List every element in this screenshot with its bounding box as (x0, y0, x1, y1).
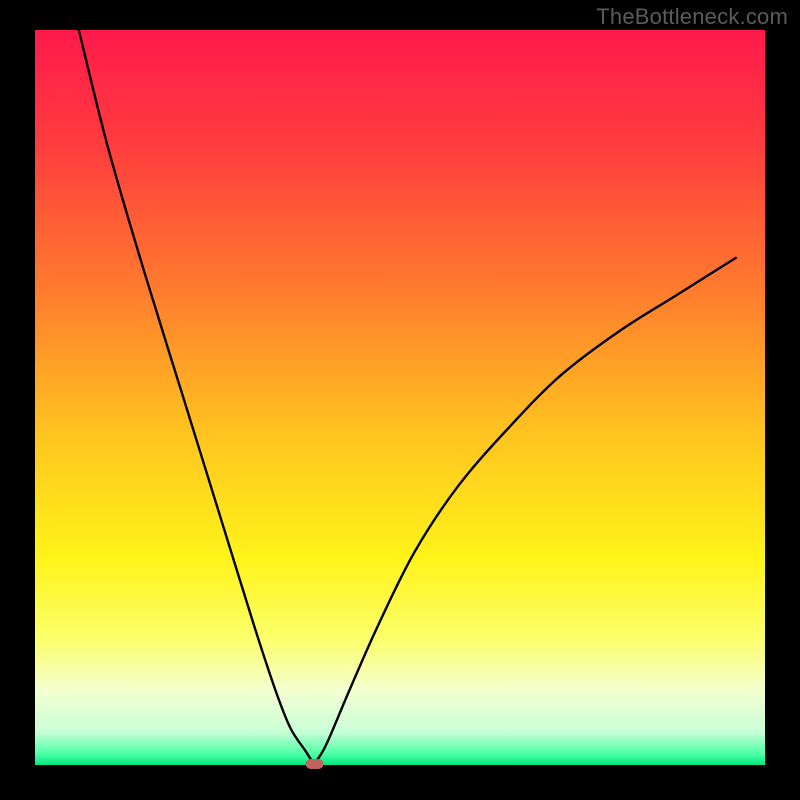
watermark-label: TheBottleneck.com (596, 4, 788, 30)
chart-frame: TheBottleneck.com (0, 0, 800, 800)
gradient-background (35, 30, 765, 765)
optimum-marker (306, 759, 324, 769)
bottleneck-chart (0, 0, 800, 800)
